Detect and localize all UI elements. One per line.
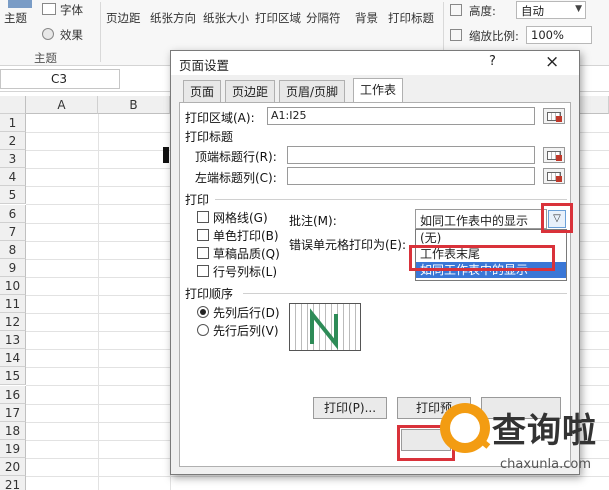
column-header-a[interactable]: A [26,96,98,114]
close-icon[interactable]: × [545,52,559,72]
annotation-highlight-option [409,245,555,271]
rows-repeat-collapse-button[interactable] [543,147,565,163]
orientation-button[interactable]: 纸张方向 [150,10,196,26]
cols-repeat-label: 左端标题列(C): [195,171,277,185]
height-icon [450,4,462,16]
row-header[interactable]: 13 [0,331,26,350]
theme-effects-button[interactable]: 效果 [60,27,83,43]
cols-repeat-collapse-button[interactable] [543,168,565,184]
theme-icon [8,0,32,8]
dialog-title-bar: 页面设置 ? × [171,51,579,75]
row-header[interactable]: 17 [0,403,26,422]
scale-spinner[interactable]: 100% [526,26,592,44]
row-header[interactable]: 9 [0,258,26,277]
row-header[interactable]: 3 [0,150,26,169]
print-titles-label: 打印标题 [185,130,234,144]
gridlines-checkbox[interactable] [197,211,209,223]
print-section-label: 打印 [185,193,210,207]
dialog-title: 页面设置 [179,58,230,73]
print-area-collapse-button[interactable] [543,108,565,124]
comments-select[interactable]: 如同工作表中的显示 [415,209,547,229]
gridlines-label: 网格线(G) [213,211,268,225]
errors-label: 错误单元格打印为(E): [289,238,406,252]
row-header[interactable]: 21 [0,476,26,490]
row-header[interactable]: 7 [0,222,26,241]
row-header[interactable]: 6 [0,204,26,223]
cell-content-mark [163,147,169,163]
scale-icon [450,29,462,41]
down-then-over-label: 先列后行(D) [213,306,280,320]
page-order-preview-icon [289,303,361,351]
rows-repeat-label: 顶端标题行(R): [195,150,277,164]
row-header[interactable]: 8 [0,240,26,259]
section-divider [215,199,567,200]
section-divider [243,293,567,294]
height-label: 高度: [469,4,496,18]
name-box[interactable]: C3 [0,69,120,89]
row-col-headings-label: 行号列标(L) [213,265,278,279]
column-header-b[interactable]: B [98,96,170,114]
font-icon [42,3,56,15]
row-header[interactable]: 16 [0,385,26,404]
margins-button[interactable]: 页边距 [106,10,141,26]
over-then-down-radio[interactable] [197,324,209,336]
scale-label: 缩放比例: [469,29,519,43]
row-header[interactable]: 1 [0,114,26,132]
ribbon-separator [100,2,101,62]
row-header[interactable]: 15 [0,367,26,386]
tab-header-footer[interactable]: 页眉/页脚 [279,80,346,102]
theme-fonts-button[interactable]: 字体 [60,2,83,18]
rows-repeat-input[interactable] [287,146,535,164]
height-value: 自动 [521,4,544,18]
black-white-label: 单色打印(B) [213,229,279,243]
print-area-label: 打印区域(A): [185,111,255,125]
print-area-input[interactable]: A1:I25 [267,107,535,125]
themes-group-label: 主题 [34,51,57,65]
cols-repeat-input[interactable] [287,167,535,185]
height-select[interactable]: 自动 ▼ [516,1,586,19]
help-icon[interactable]: ? [489,54,496,69]
themes-button[interactable]: 主题 [4,10,27,26]
print-area-button[interactable]: 打印区域 [255,10,301,26]
tab-page[interactable]: 页面 [183,80,222,102]
row-header[interactable]: 12 [0,313,26,332]
row-header[interactable]: 10 [0,276,26,295]
comments-label: 批注(M): [289,214,337,228]
over-then-down-label: 先行后列(V) [213,324,279,338]
row-header[interactable]: 19 [0,439,26,458]
watermark-url: chaxunla.com [500,457,591,472]
tab-sheet[interactable]: 工作表 [353,78,404,103]
grid-column-line [98,114,99,490]
annotation-highlight-dropdown [541,203,573,233]
page-order-label: 打印顺序 [185,287,234,301]
effects-icon [42,28,54,40]
chevron-down-icon: ▼ [575,4,582,14]
size-button[interactable]: 纸张大小 [203,10,249,26]
row-col-headings-checkbox[interactable] [197,265,209,277]
draft-quality-label: 草稿品质(Q) [213,247,280,261]
print-titles-button[interactable]: 打印标题 [388,10,434,26]
row-header[interactable]: 5 [0,186,26,205]
row-header[interactable]: 18 [0,421,26,440]
down-then-over-radio[interactable] [197,306,209,318]
scale-value: 100% [531,28,564,42]
black-white-checkbox[interactable] [197,229,209,241]
watermark: 查询啦 chaxunla.com [432,395,609,490]
breaks-button[interactable]: 分隔符 [306,10,341,26]
row-header[interactable]: 2 [0,132,26,151]
select-all-corner[interactable] [0,96,26,114]
watermark-brand: 查询啦 [492,411,597,451]
row-header[interactable]: 14 [0,349,26,368]
tab-margins[interactable]: 页边距 [225,80,276,102]
print-button[interactable]: 打印(P)... [313,397,387,419]
row-header[interactable]: 11 [0,295,26,313]
row-header[interactable]: 20 [0,457,26,476]
row-header[interactable]: 4 [0,168,26,187]
background-button[interactable]: 背景 [355,10,378,26]
draft-quality-checkbox[interactable] [197,247,209,259]
